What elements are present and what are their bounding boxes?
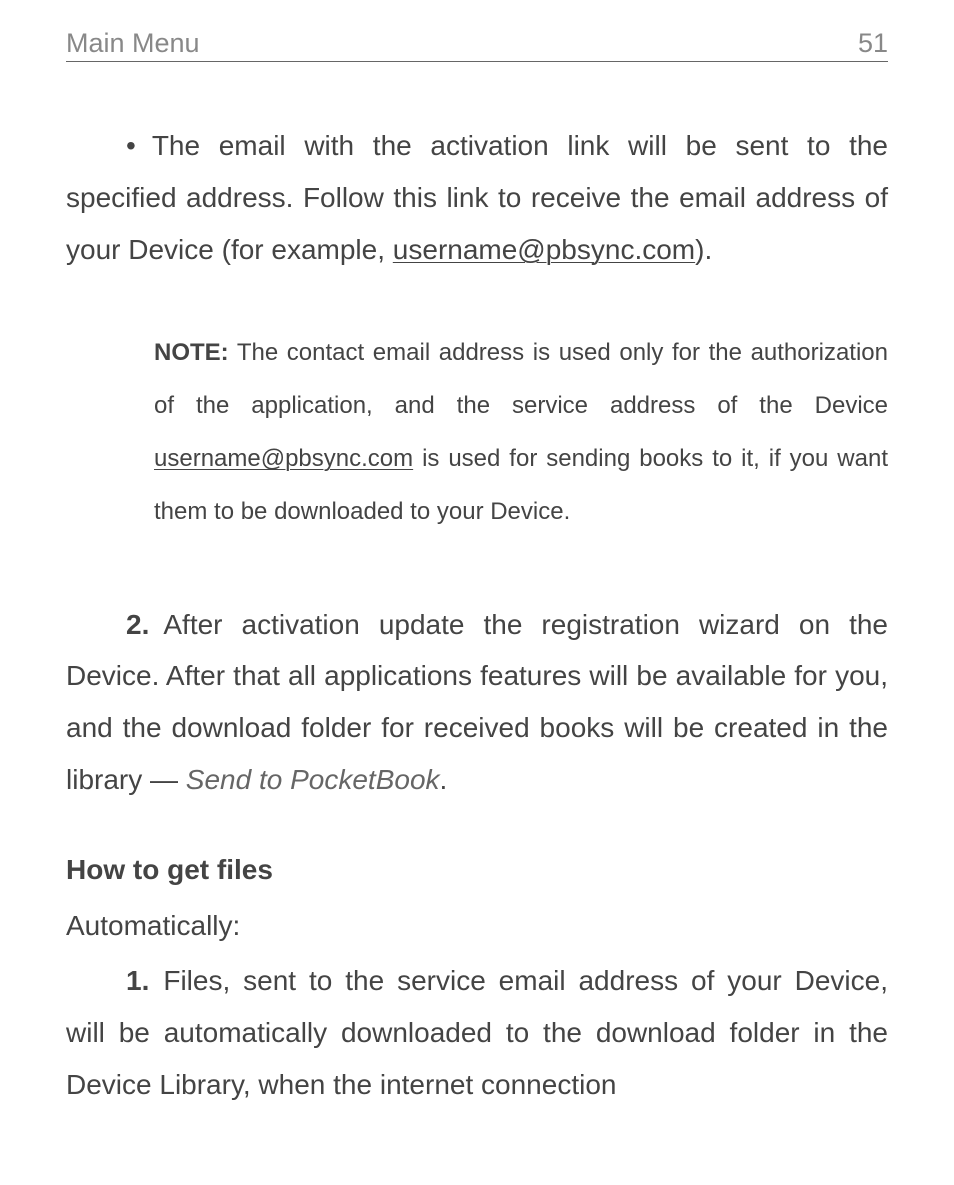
step-number-2: 2. bbox=[126, 599, 149, 651]
bullet-text-2: ). bbox=[695, 234, 712, 265]
bullet-marker: • bbox=[126, 120, 136, 172]
example-email-link: username@pbsync.com bbox=[393, 234, 695, 265]
page-content: •The email with the activation link will… bbox=[66, 120, 888, 1111]
subheading-how-to-get-files: How to get files bbox=[66, 844, 888, 896]
folder-name: Send to PocketBook bbox=[186, 764, 440, 795]
mode-automatically: Automatically: bbox=[66, 900, 888, 952]
note-label: NOTE: bbox=[154, 339, 229, 366]
step-number-1: 1. bbox=[126, 955, 149, 1007]
step2-text-2: . bbox=[440, 764, 448, 795]
step-2-activation: 2.After activation update the registrati… bbox=[66, 599, 888, 806]
note-text-1: The contact email address is used only f… bbox=[154, 339, 888, 419]
note-block: NOTE: The contact email address is used … bbox=[66, 327, 888, 538]
bullet-activation-email: •The email with the activation link will… bbox=[66, 120, 888, 275]
service-email-link: username@pbsync.com bbox=[154, 445, 413, 472]
page-number: 51 bbox=[858, 28, 888, 59]
step1b-text: Files, sent to the service email address… bbox=[66, 965, 888, 1100]
page-header: Main Menu 51 bbox=[66, 28, 888, 62]
step-1-files-sent: 1.Files, sent to the service email addre… bbox=[66, 955, 888, 1110]
header-title: Main Menu bbox=[66, 28, 200, 59]
